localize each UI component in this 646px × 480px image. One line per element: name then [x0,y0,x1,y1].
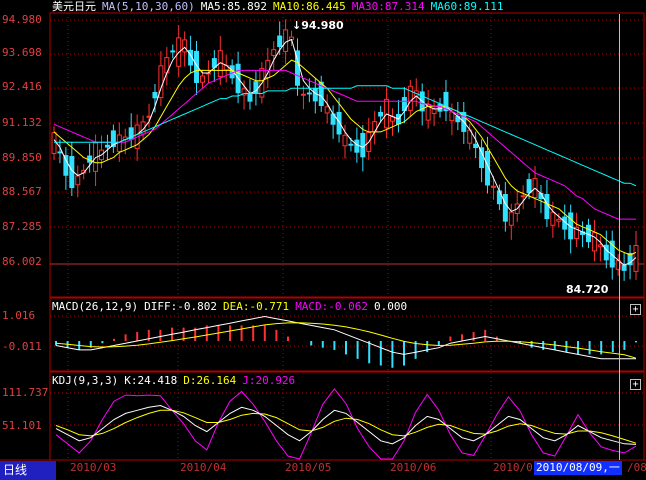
kdj-j: J:20.926 [242,374,296,387]
chart-canvas[interactable] [0,0,646,480]
candle-body [75,175,81,186]
candle-body [490,185,496,188]
candle-body [479,147,485,169]
candle-body [526,179,532,194]
candle-body [199,75,205,83]
candle-body [342,134,348,147]
macd-axis-label: -0.011 [2,340,42,353]
candle-body [556,218,562,222]
macd-legend: MACD(26,12,9) DIFF:-0.802 DEA:-0.771 MACD:-… [52,300,413,314]
candle-body [306,92,312,95]
price-axis-label: 94.980 [2,13,42,26]
kdj-legend: KDJ(9,3,3) K:24.418 D:26.164 J:20.926 [52,374,301,388]
cursor-date-readout: 2010/08/09,一 [534,461,622,475]
candle-body [437,103,443,112]
price-high-label: ↓94.980 [292,19,344,32]
candle-body [283,29,289,52]
candle-body [63,155,69,176]
expand-kdj-button[interactable]: + [630,379,641,390]
candle-body [354,139,360,153]
candle-body [508,211,514,226]
candle-body [520,195,526,198]
candle-body [621,264,627,271]
kdj-axis-label: 51.101 [2,419,42,432]
grid-layer [0,12,646,461]
kdj-chart [55,388,637,460]
macd-axis-label: 1.016 [2,309,36,322]
ma10-value: MA10:86.445 [272,0,346,13]
date-tick: 2010/04 [180,461,227,474]
price-high-value: 94.980 [301,19,344,32]
price-axis-label: 93.698 [2,46,42,59]
candle-body [348,143,354,146]
candle-body [324,106,330,114]
ma-params: MA(5,10,30,60) [102,0,195,13]
price-axis-label: 89.850 [2,151,42,164]
kdj-d: D:26.164 [183,374,237,387]
macd-chart [55,315,637,368]
candle-body [473,143,479,149]
candle-body [591,232,597,252]
candle-body [57,151,63,154]
candle-body [378,111,384,117]
kdj-params: KDJ(9,3,3) [52,374,119,387]
candle-body [104,144,110,148]
candle-body [502,193,508,222]
price-axis-label: 92.416 [2,80,42,93]
macd-zero: 0.000 [374,300,408,313]
candle-body [431,108,437,114]
date-tick: 2010/03 [70,461,117,474]
price-legend: 美元日元 MA(5,10,30,60) MA5:85.892 MA10:86.445 M… [52,0,510,14]
kdj-axis-label: 111.737 [2,386,49,399]
macd-params: MACD(26,12,9) [52,300,139,313]
candle-body [271,49,277,57]
price-panel-frame [49,12,645,298]
macd-diff: DIFF:-0.802 [144,300,217,313]
candle-body [597,244,603,248]
forex-chart-window: 美元日元 MA(5,10,30,60) MA5:85.892 MA10:86.445 M… [0,0,646,480]
crosshair-cursor-line[interactable] [619,14,620,460]
candle-body [182,39,188,53]
candle-body [544,193,550,220]
expand-macd-button[interactable]: + [630,304,641,315]
instrument-name: 美元日元 [52,0,96,13]
candle-body [51,132,57,154]
candle-body [312,88,318,102]
price-low-label: 84.720 [566,283,609,296]
ma30-value: MA30:87.314 [351,0,425,13]
price-axis-label: 88.567 [2,185,42,198]
kdj-j-line [55,388,637,460]
candle-body [550,211,556,226]
kdj-k: K:24.418 [124,374,178,387]
candle-body [300,93,306,96]
price-axis-label: 91.132 [2,116,42,129]
price-chart [51,19,639,281]
candle-body [360,132,366,158]
macd-dea: DEA:-0.771 [222,300,290,313]
candle-body [247,92,253,102]
price-axis-label: 86.002 [2,255,42,268]
ma60-value: MA60:89.111 [430,0,504,13]
date-tick: 2010/05 [285,461,332,474]
price-axis-label: 87.285 [2,220,42,233]
date-tick: 2010/06 [390,461,437,474]
candle-body [170,50,176,53]
candle-body [152,91,158,99]
ma5-value: MA5:85.892 [200,0,267,13]
kdj-d-line [55,409,637,444]
period-tab-daily[interactable]: 日线 [0,461,56,480]
candle-body [277,35,283,48]
date-tick-right: /08 [627,461,646,474]
macd-value: MACD:-0.062 [295,300,369,313]
date-tick: 2010/07 [493,461,533,474]
